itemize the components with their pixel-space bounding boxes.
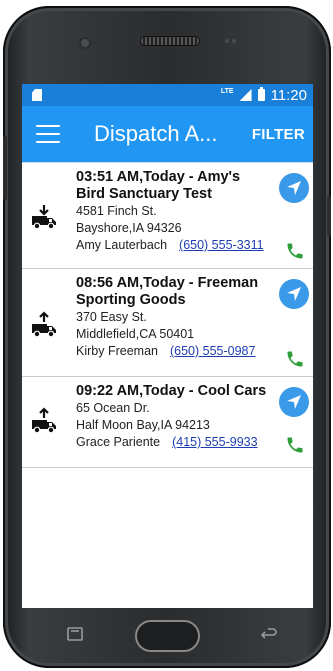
- dispatch-address: 370 Easy St.: [76, 310, 147, 324]
- dispatch-phone-link[interactable]: (650) 555-3311: [179, 237, 264, 254]
- navigation-arrow-icon: [287, 181, 301, 195]
- dispatch-row[interactable]: 08:56 AM,Today - Freeman Sporting Goods …: [22, 269, 313, 377]
- dispatch-city: Half Moon Bay,IA 94213: [76, 418, 210, 432]
- dispatch-city: Middlefield,CA 50401: [76, 327, 195, 341]
- back-arrow-icon[interactable]: [258, 626, 278, 642]
- dispatch-row[interactable]: 03:51 AM,Today - Amy's Bird Sanctuary Te…: [22, 163, 313, 269]
- status-time: 11:20: [270, 86, 307, 104]
- front-camera: [81, 39, 89, 47]
- network-type: LTE: [220, 87, 234, 95]
- sim-card-icon: [32, 89, 42, 101]
- volume-button: [3, 136, 7, 200]
- dispatch-title: 08:56 AM,Today - Freeman Sporting Goods: [76, 275, 259, 308]
- dispatch-title: 03:51 AM,Today - Amy's Bird Sanctuary Te…: [76, 169, 241, 202]
- home-button[interactable]: [135, 620, 200, 652]
- screen: LTE 11:20 Dispatch A... FILTER 03:51 AM,…: [22, 84, 313, 608]
- hamburger-menu-icon[interactable]: [36, 125, 60, 143]
- navigate-button[interactable]: [279, 387, 309, 417]
- navigation-arrow-icon: [287, 395, 301, 409]
- truck-pickup-icon: [32, 407, 56, 434]
- status-bar: LTE 11:20: [22, 84, 313, 106]
- navigate-button[interactable]: [279, 173, 309, 203]
- proximity-sensors: [225, 39, 236, 43]
- app-bar: Dispatch A... FILTER: [22, 106, 313, 162]
- phone-call-icon[interactable]: [285, 241, 305, 261]
- app-title: Dispatch A...: [94, 121, 218, 146]
- dispatch-city: Bayshore,IA 94326: [76, 221, 182, 235]
- phone-call-icon[interactable]: [285, 435, 305, 455]
- battery-icon: [257, 87, 265, 101]
- dispatch-contact: Kirby Freeman: [76, 344, 158, 358]
- dispatch-phone-link[interactable]: (415) 555-9933: [172, 434, 257, 451]
- phone-call-icon[interactable]: [285, 349, 305, 369]
- earpiece-speaker: [141, 37, 199, 45]
- power-button: [327, 196, 331, 236]
- signal-icon: [239, 89, 252, 101]
- navigate-button[interactable]: [279, 279, 309, 309]
- dispatch-title: 09:22 AM,Today - Cool Cars: [76, 383, 267, 399]
- filter-button[interactable]: FILTER: [252, 126, 305, 143]
- navigation-arrow-icon: [287, 287, 301, 301]
- dispatch-contact: Grace Pariente: [76, 435, 161, 449]
- dispatch-phone-link[interactable]: (650) 555-0987: [170, 343, 255, 360]
- dispatch-address: 4581 Finch St.: [76, 204, 157, 218]
- dispatch-address: 65 Ocean Dr.: [76, 401, 150, 415]
- dispatch-list: 03:51 AM,Today - Amy's Bird Sanctuary Te…: [22, 162, 313, 468]
- truck-delivery-icon: [32, 205, 56, 230]
- recent-apps-icon[interactable]: [66, 626, 84, 642]
- dispatch-row[interactable]: 09:22 AM,Today - Cool Cars 65 Ocean Dr. …: [22, 377, 313, 468]
- system-navigation-bar: [0, 612, 333, 664]
- truck-pickup-icon: [32, 311, 56, 338]
- dispatch-contact: Amy Lauterbach: [76, 238, 168, 252]
